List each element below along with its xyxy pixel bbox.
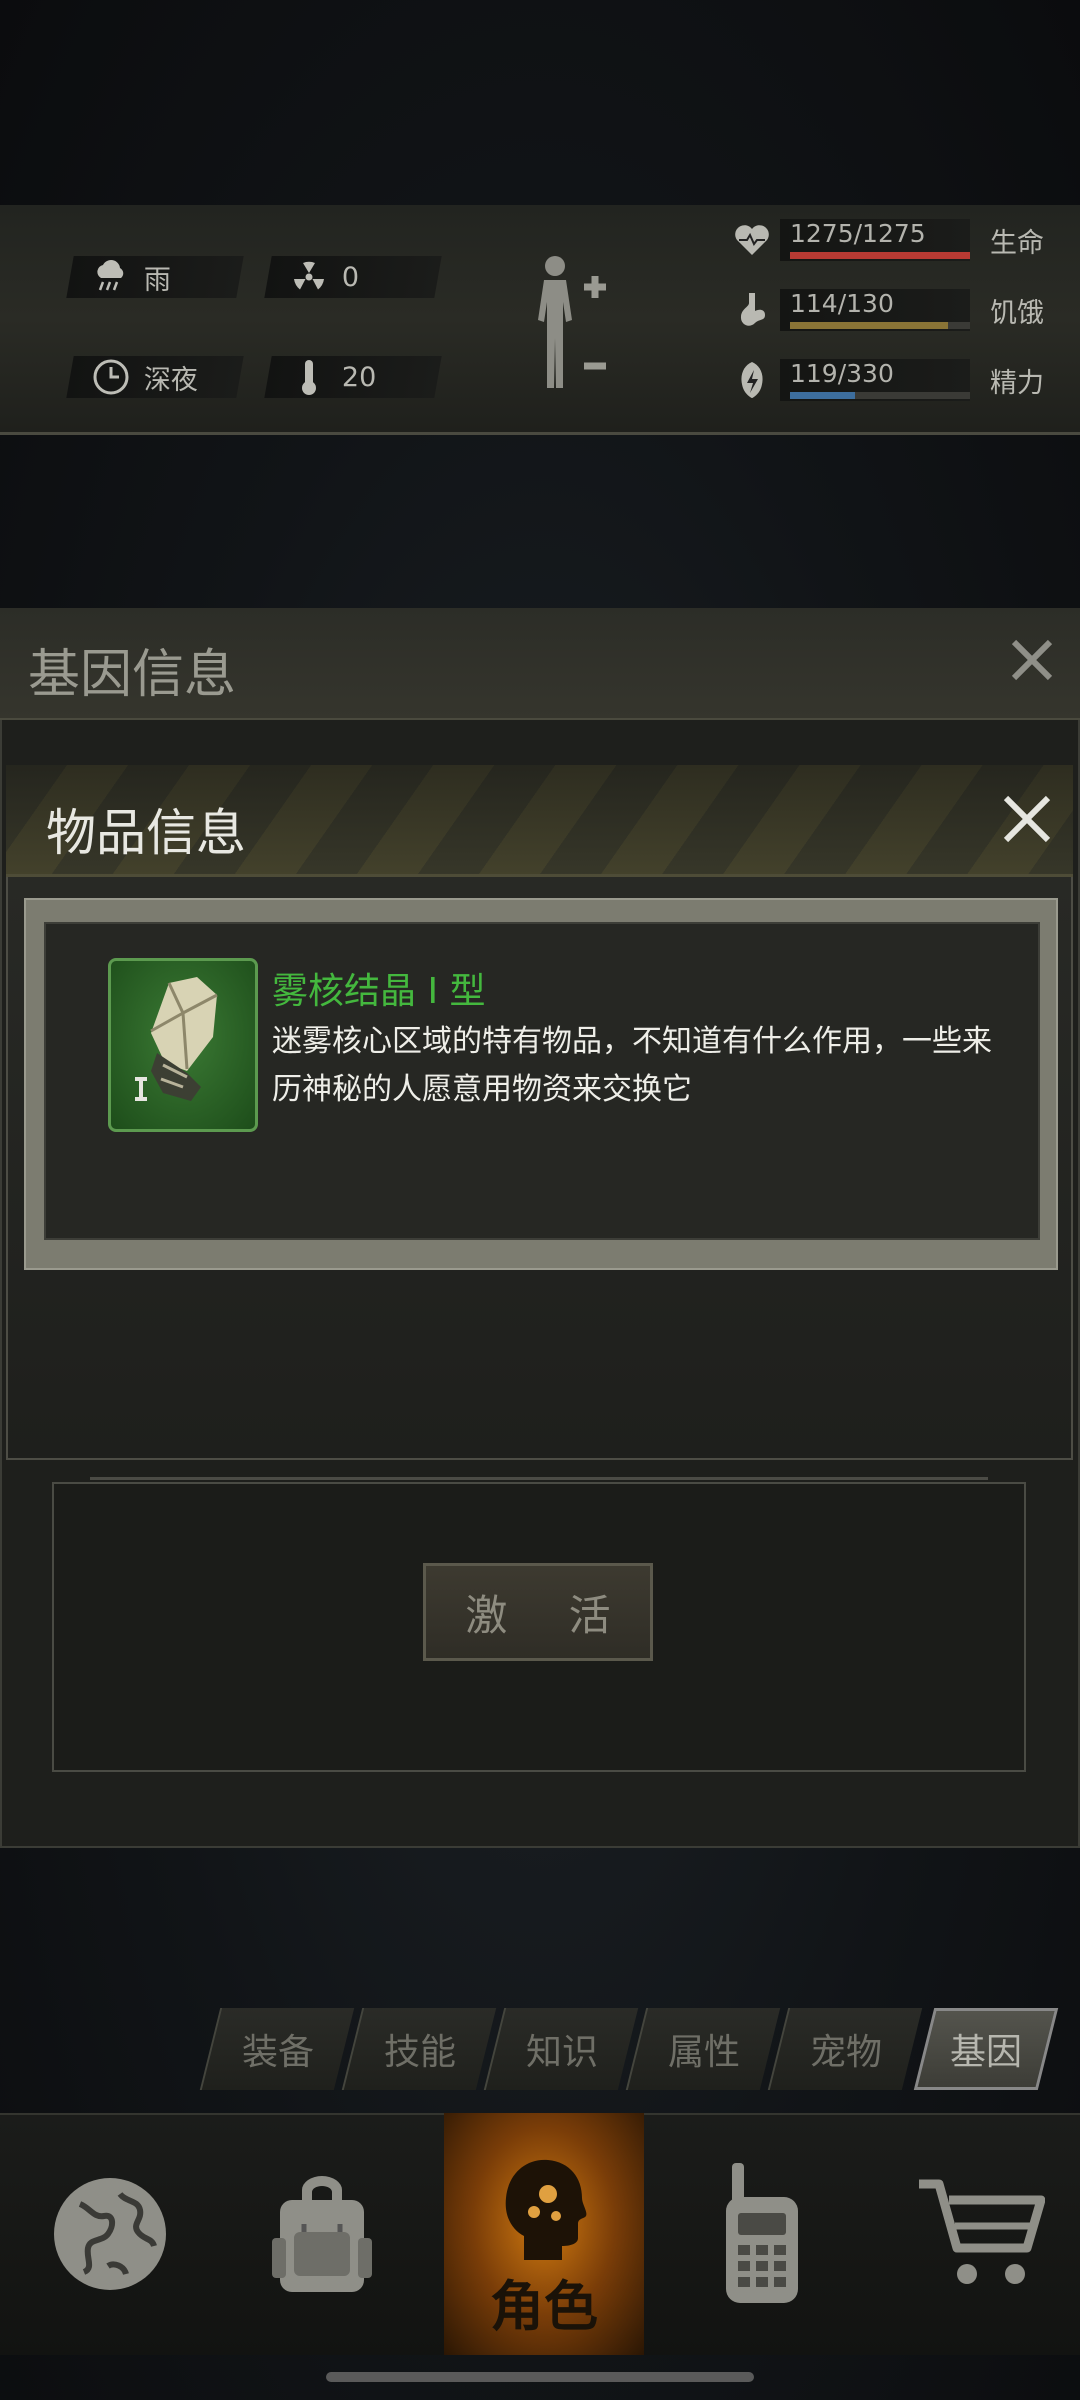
- tab-genes[interactable]: 基因: [913, 2008, 1059, 2090]
- health-fill: [790, 252, 970, 259]
- nav-map-button[interactable]: [20, 2113, 200, 2355]
- radiation-chip: 0: [264, 256, 442, 298]
- item-name: 雾核结晶 I 型: [272, 971, 486, 1012]
- body-figure-icon: [538, 256, 606, 388]
- time-chip: 深夜: [66, 356, 244, 398]
- nav-radio-button[interactable]: [672, 2113, 852, 2355]
- globe-icon: [54, 2178, 166, 2290]
- health-value: 1275/1275: [790, 219, 926, 248]
- close-icon: [1003, 795, 1051, 843]
- health-label: 生命: [990, 227, 1044, 259]
- tab-skills[interactable]: 技能: [341, 2008, 497, 2090]
- rain-cloud-icon: [92, 258, 130, 296]
- energy-fill: [790, 392, 855, 399]
- energy-icon: [730, 358, 774, 402]
- temperature-value: 20: [342, 361, 377, 393]
- health-bar: 1275/1275 生命: [730, 218, 1060, 262]
- gene-close-button[interactable]: [1006, 634, 1058, 686]
- home-indicator[interactable]: [326, 2372, 754, 2382]
- clock-icon: [92, 358, 130, 396]
- item-info-close-button[interactable]: [1000, 792, 1054, 846]
- hunger-bar: 114/130 饥饿: [730, 288, 1060, 332]
- activate-button[interactable]: 激 活: [423, 1563, 653, 1661]
- energy-bar: 119/330 精力: [730, 358, 1060, 402]
- energy-label: 精力: [990, 367, 1044, 399]
- nav-character-label: 角色: [490, 2275, 598, 2338]
- time-text: 深夜: [144, 364, 198, 396]
- tab-equipment[interactable]: 装备: [199, 2008, 355, 2090]
- backpack-icon: [272, 2176, 372, 2292]
- tab-pets[interactable]: 宠物: [767, 2008, 923, 2090]
- shopping-cart-icon: [919, 2179, 1045, 2284]
- gene-info-title: 基因信息: [28, 645, 237, 705]
- energy-value: 119/330: [790, 359, 894, 388]
- hunger-fill: [790, 322, 948, 329]
- stomach-icon: [730, 288, 774, 332]
- radiation-value: 0: [342, 261, 360, 293]
- walkie-talkie-icon: [726, 2163, 798, 2303]
- item-info-title: 物品信息: [46, 804, 246, 862]
- item-description: 迷雾核心区域的特有物品，不知道有什么作用，一些来历神秘的人愿意用物资来交换它: [272, 1024, 992, 1107]
- tab-knowledge[interactable]: 知识: [483, 2008, 639, 2090]
- hunger-label: 饥饿: [990, 297, 1044, 329]
- weather-text: 雨: [144, 264, 171, 296]
- tab-attributes[interactable]: 属性: [625, 2008, 781, 2090]
- vital-bars: 1275/1275 生命 114/130 饥饿 119/330 精力: [730, 218, 1060, 402]
- radiation-icon: [290, 258, 328, 296]
- nav-shop-button[interactable]: [890, 2113, 1070, 2355]
- character-icon: [484, 2150, 604, 2270]
- fog-core-crystal-icon: [108, 958, 258, 1132]
- hunger-value: 114/130: [790, 289, 894, 318]
- temperature-chip: 20: [264, 356, 442, 398]
- weather-chip: 雨: [66, 256, 244, 298]
- close-icon: [1011, 639, 1053, 681]
- body-status-button[interactable]: [520, 248, 620, 408]
- thermometer-icon: [290, 358, 328, 396]
- character-tabs: 装备 技能 知识 属性 宠物 基因: [199, 2008, 1060, 2090]
- nav-backpack-button[interactable]: [232, 2113, 412, 2355]
- heart-icon: [730, 218, 774, 262]
